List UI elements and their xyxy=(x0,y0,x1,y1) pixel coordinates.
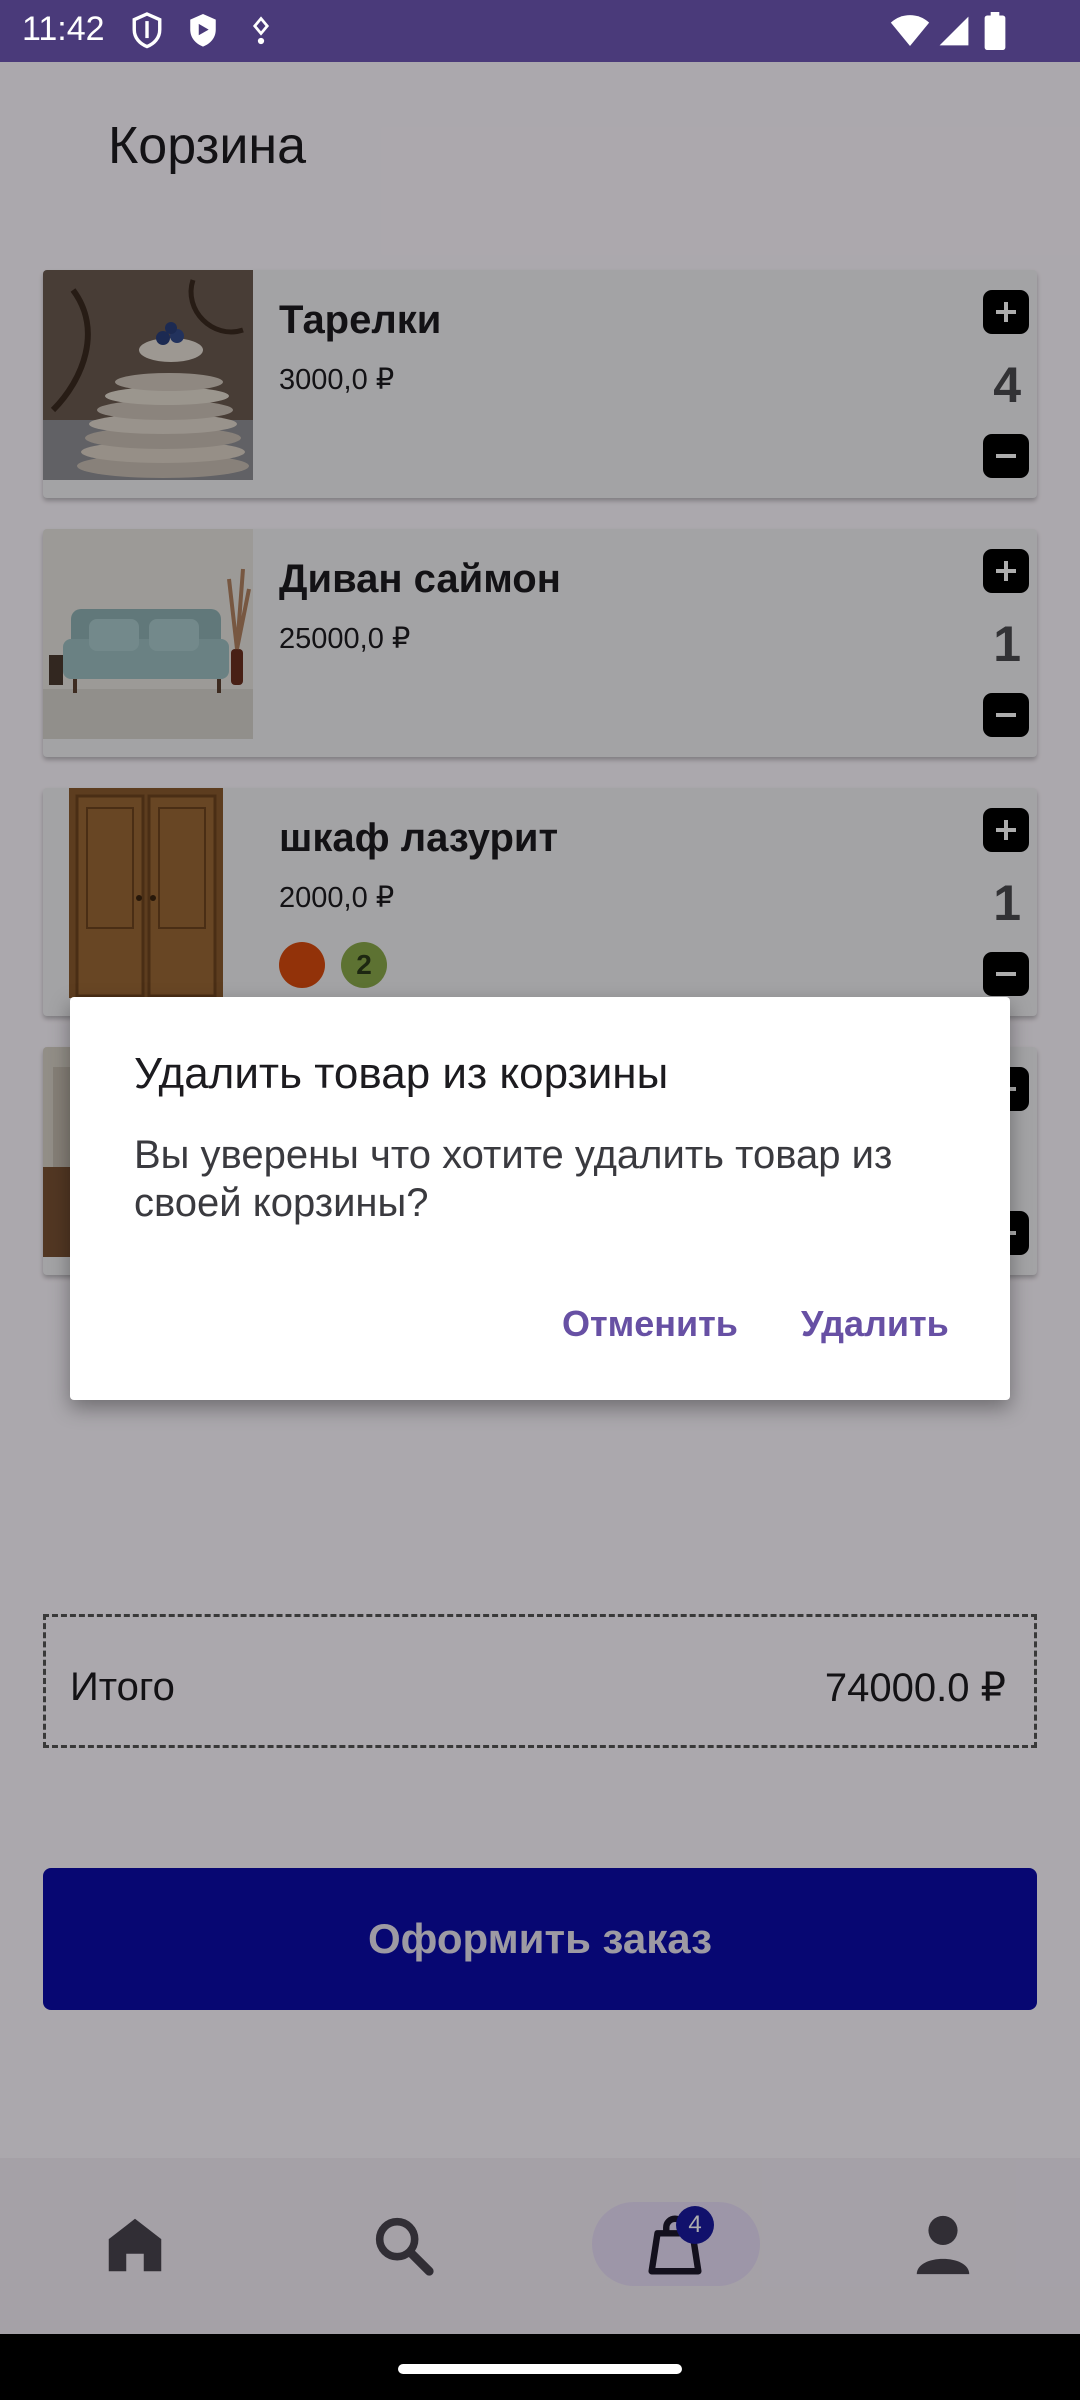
dialog-message: Вы уверены что хотите удалить товар из с… xyxy=(134,1133,893,1225)
security-shield-icon xyxy=(190,14,216,47)
data-sync-icon xyxy=(252,16,270,45)
shield-icon xyxy=(132,12,162,49)
cancel-button[interactable]: Отменить xyxy=(562,1303,738,1345)
battery-icon xyxy=(984,12,1006,50)
home-gesture-handle[interactable] xyxy=(398,2364,682,2374)
dialog-title: Удалить товар из корзины xyxy=(134,1049,669,1098)
status-time: 11:42 xyxy=(22,10,105,48)
system-gesture-bar xyxy=(0,2334,1080,2400)
wifi-icon xyxy=(890,15,930,46)
delete-item-dialog: Удалить товар из корзины Вы уверены что … xyxy=(70,997,1010,1400)
status-bar: 11:42 xyxy=(0,0,1080,62)
delete-button[interactable]: Удалить xyxy=(801,1303,949,1345)
cell-signal-icon xyxy=(939,16,969,46)
